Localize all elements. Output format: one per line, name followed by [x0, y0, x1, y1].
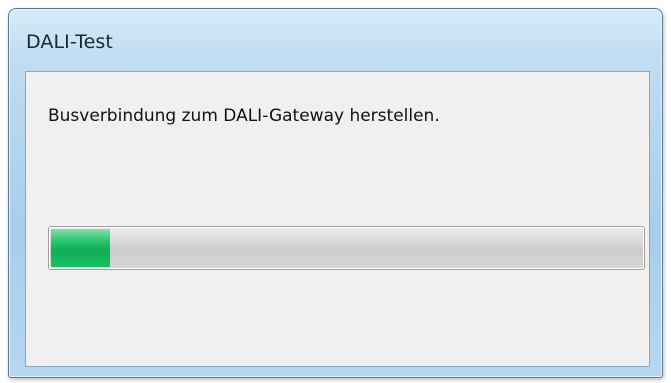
title-bar[interactable]: DALI-Test: [9, 9, 662, 71]
dialog-window: DALI-Test Busverbindung zum DALI-Gateway…: [8, 8, 663, 378]
progress-bar: [48, 226, 645, 270]
status-message: Busverbindung zum DALI-Gateway herstelle…: [48, 106, 440, 126]
dialog-content: Busverbindung zum DALI-Gateway herstelle…: [25, 71, 650, 367]
progress-fill: [51, 229, 110, 267]
window-title: DALI-Test: [26, 31, 113, 53]
